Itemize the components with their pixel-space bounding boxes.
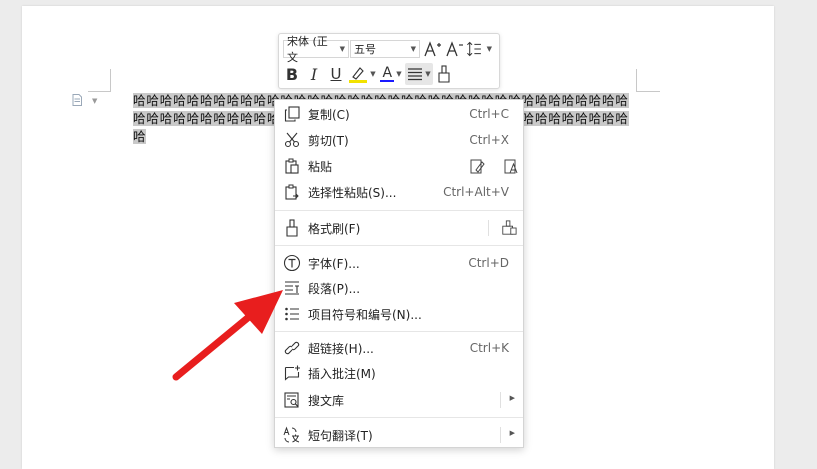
- insert-comment-icon: [283, 364, 301, 382]
- chevron-down-icon: ▼: [370, 70, 376, 78]
- menu-item-shortcut: Ctrl+C: [469, 107, 509, 121]
- align-button[interactable]: ▼: [405, 63, 433, 85]
- menu-item-shortcut: Ctrl+K: [469, 341, 509, 355]
- submenu-arrow-icon: ▶: [509, 429, 515, 437]
- translate-icon: [283, 426, 301, 444]
- align-justify-icon: [408, 68, 423, 81]
- italic-button[interactable]: I: [303, 63, 325, 85]
- bullets-icon: [283, 305, 301, 323]
- chevron-down-icon: ▼: [396, 70, 402, 78]
- menu-item-shortcut: Ctrl+D: [468, 256, 509, 270]
- menu-item-label: 选择性粘贴(S)...: [308, 185, 397, 200]
- menu-item-divider: [500, 427, 501, 443]
- menu-item-format-painter[interactable]: 格式刷(F): [275, 215, 523, 241]
- grow-font-icon: [424, 41, 441, 57]
- underline-button[interactable]: U: [325, 63, 347, 85]
- menu-item-paste[interactable]: 粘贴: [275, 153, 523, 179]
- menu-item-insert-comment[interactable]: 插入批注(M): [275, 360, 523, 386]
- copy-icon: [283, 105, 301, 123]
- menu-separator: [275, 210, 523, 211]
- menu-item-search-library[interactable]: 搜文库 ▶: [275, 387, 523, 413]
- menu-item-label: 字体(F)...: [308, 256, 360, 271]
- menu-item-translate[interactable]: 短句翻译(T) ▶: [275, 422, 523, 448]
- format-painter-lock-icon[interactable]: [501, 219, 517, 237]
- format-painter-icon: [438, 65, 450, 83]
- menu-item-label: 粘贴: [308, 159, 333, 174]
- chevron-down-icon: ▼: [425, 70, 431, 78]
- submenu-arrow-icon: ▶: [509, 394, 515, 402]
- grow-font-button[interactable]: [422, 38, 444, 60]
- chevron-down-icon: ▼: [486, 45, 492, 53]
- search-library-icon: [283, 391, 301, 409]
- paragraph-icon: [283, 279, 301, 297]
- menu-item-label: 短句翻译(T): [308, 428, 373, 443]
- font-name-select[interactable]: 宋体 (正文 ▼: [283, 35, 349, 64]
- paste-keep-format-icon[interactable]: [469, 157, 485, 175]
- menu-item-divider: [500, 392, 501, 408]
- menu-item-label: 搜文库: [308, 393, 345, 408]
- font-color-letter: A: [382, 65, 393, 81]
- line-spacing-icon: [467, 41, 481, 57]
- chevron-down-icon: ▼: [339, 45, 345, 53]
- line-spacing-button[interactable]: ▼: [466, 38, 492, 60]
- menu-item-cut[interactable]: 剪切(T) Ctrl+X: [275, 127, 523, 153]
- menu-separator: [275, 245, 523, 246]
- menu-item-label: 复制(C): [308, 107, 350, 122]
- paragraph-layout-icon[interactable]: [72, 94, 82, 106]
- menu-item-label: 插入批注(M): [308, 366, 376, 381]
- menu-item-label: 项目符号和编号(N)...: [308, 307, 422, 322]
- menu-item-paste-special[interactable]: 选择性粘贴(S)... Ctrl+Alt+V: [275, 179, 523, 205]
- font-color-button[interactable]: A ▼: [377, 63, 405, 85]
- paste-text-only-icon[interactable]: [503, 157, 519, 175]
- menu-separator: [275, 331, 523, 332]
- bold-button[interactable]: B: [281, 63, 303, 85]
- menu-item-shortcut: Ctrl+X: [469, 133, 509, 147]
- hyperlink-icon: [283, 339, 301, 357]
- shrink-font-button[interactable]: [444, 38, 466, 60]
- underline-label: U: [330, 65, 342, 83]
- mini-toolbar: 宋体 (正文 ▼ 五号 ▼ ▼ B I U ▼ A ▼ ▼: [278, 33, 500, 89]
- menu-item-divider: [488, 220, 489, 236]
- cut-icon: [283, 131, 301, 149]
- margin-mark-right: [636, 69, 637, 91]
- menu-item-bullets-numbering[interactable]: 项目符号和编号(N)...: [275, 301, 523, 327]
- paste-special-icon: [283, 183, 301, 201]
- margin-mark-left: [110, 69, 111, 91]
- menu-item-label: 剪切(T): [308, 133, 349, 148]
- highlighter-icon: [349, 67, 368, 83]
- paste-icon: [283, 157, 301, 175]
- font-size-select[interactable]: 五号 ▼: [350, 40, 420, 58]
- menu-item-label: 格式刷(F): [308, 221, 361, 236]
- chevron-down-icon: ▼: [410, 45, 416, 53]
- menu-item-label: 段落(P)...: [308, 281, 361, 296]
- menu-item-font[interactable]: 字体(F)... Ctrl+D: [275, 250, 523, 276]
- italic-label: I: [310, 64, 318, 84]
- margin-mark-right-h: [636, 91, 660, 92]
- menu-item-paragraph[interactable]: 段落(P)...: [275, 275, 523, 301]
- format-painter-button[interactable]: [433, 63, 455, 85]
- bold-label: B: [285, 64, 299, 84]
- menu-item-shortcut: Ctrl+Alt+V: [443, 185, 509, 199]
- menu-item-copy[interactable]: 复制(C) Ctrl+C: [275, 101, 523, 127]
- menu-item-hyperlink[interactable]: 超链接(H)... Ctrl+K: [275, 335, 523, 361]
- chevron-down-icon[interactable]: ▼: [92, 97, 97, 105]
- format-painter-icon: [283, 219, 301, 237]
- shrink-font-icon: [446, 41, 463, 57]
- context-menu: 复制(C) Ctrl+C 剪切(T) Ctrl+X 粘贴 选择性粘贴(S)...…: [274, 99, 524, 448]
- menu-separator: [275, 417, 523, 418]
- menu-item-label: 超链接(H)...: [308, 341, 374, 356]
- font-color-bar: [380, 80, 395, 82]
- font-size-value: 五号: [354, 43, 376, 56]
- highlight-button[interactable]: ▼: [347, 63, 377, 85]
- margin-mark-left-h: [88, 91, 111, 92]
- font-icon: [283, 254, 301, 272]
